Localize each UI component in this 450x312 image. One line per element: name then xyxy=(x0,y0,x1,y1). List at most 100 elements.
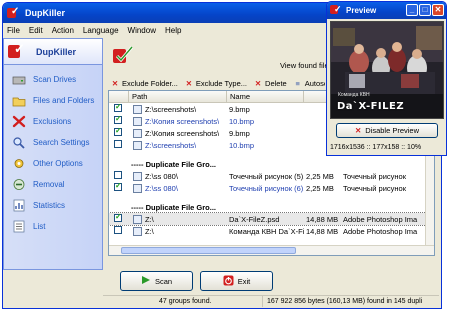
name-cell: 9.bmp xyxy=(229,104,250,114)
exclude-type-label: Exclude Type... xyxy=(195,78,248,88)
sidebar-item-scan-drives[interactable]: Scan Drives xyxy=(4,69,102,90)
sidebar-item-exclusions[interactable]: Exclusions xyxy=(4,111,102,132)
path-text: Z:\screenshots\ xyxy=(145,104,197,114)
path-text: Z:\ xyxy=(145,226,154,236)
type-cell: Adobe Photoshop Ima xyxy=(343,214,418,224)
row-checkbox-cell[interactable] xyxy=(109,226,129,236)
sidebar-item-other-options[interactable]: Other Options xyxy=(4,153,102,174)
menu-help[interactable]: Help xyxy=(165,26,181,35)
row-checkbox-cell[interactable] xyxy=(109,116,129,126)
row-checkbox-cell[interactable] xyxy=(109,104,129,114)
disable-x-icon: ✕ xyxy=(354,126,362,135)
status-bar: 47 groups found. 167 922 856 bytes (160,… xyxy=(103,295,439,307)
file-icon xyxy=(133,226,142,236)
action-buttons: Scan Exit xyxy=(108,266,438,294)
preview-window: ✓ Preview _ □ ✕ Команда КВН Da`X-FILEZ ✕… xyxy=(326,1,447,156)
sidebar-item-label: List xyxy=(33,222,46,231)
sidebar-item-label: Files and Folders xyxy=(33,96,95,105)
exit-label: Exit xyxy=(237,276,251,286)
exclude-type-button[interactable]: ✕ Exclude Type... xyxy=(184,78,247,88)
sidebar-item-files-and-folders[interactable]: Files and Folders xyxy=(4,90,102,111)
column-header-path[interactable]: Path xyxy=(129,91,227,102)
row-checkbox[interactable] xyxy=(114,214,122,222)
row-checkbox[interactable] xyxy=(114,183,122,191)
size-cell: 2,25 MB xyxy=(306,183,334,193)
sidebar-item-removal[interactable]: Removal xyxy=(4,174,102,195)
sidebar-item-list[interactable]: List xyxy=(4,216,102,237)
menu-window[interactable]: Window xyxy=(128,26,156,35)
sidebar-nav: Scan Drives Files and Folders Exclusions… xyxy=(4,65,102,237)
file-icon xyxy=(133,214,142,224)
play-icon xyxy=(141,275,151,287)
row-checkbox[interactable] xyxy=(114,171,122,179)
path-cell: Z:\screenshots\ xyxy=(129,140,227,150)
exclude-folder-button[interactable]: ✕ Exclude Folder... xyxy=(110,78,178,88)
scan-drives-icon xyxy=(11,73,27,87)
sidebar-item-search-settings[interactable]: Search Settings xyxy=(4,132,102,153)
row-checkbox-cell[interactable] xyxy=(109,128,129,138)
spacer-row xyxy=(109,194,434,201)
group-header-row[interactable]: ----- Duplicate File Gro... xyxy=(109,158,434,170)
path-text: Z:\screenshots\ xyxy=(145,140,197,150)
table-row[interactable]: Z:\ss 080\ Точечный рисунок (5).bmp2,25 M… xyxy=(109,170,434,182)
maximize-button[interactable]: □ xyxy=(419,4,431,16)
preview-title-bar[interactable]: ✓ Preview _ □ ✕ xyxy=(327,2,446,19)
scan-label: Scan xyxy=(154,276,173,286)
row-checkbox[interactable] xyxy=(114,140,122,148)
row-checkbox-cell[interactable] xyxy=(109,171,129,181)
path-text: Z:\Копия screenshots\ xyxy=(145,116,220,126)
sidebar-title: DupKiller xyxy=(36,46,77,57)
row-checkbox-cell[interactable] xyxy=(109,183,129,193)
exclude-x-icon: ✕ xyxy=(111,78,119,88)
menu-language[interactable]: Language xyxy=(83,26,119,35)
row-checkbox[interactable] xyxy=(114,226,122,234)
row-checkbox-cell[interactable] xyxy=(109,214,129,224)
name-cell: Точечный рисунок (5).bmp xyxy=(229,171,304,181)
sidebar-item-statistics[interactable]: Statistics xyxy=(4,195,102,216)
path-cell: Z:\ss 080\ xyxy=(129,171,227,181)
sidebar-item-label: Search Settings xyxy=(33,138,90,147)
size-cell: 14,88 MB xyxy=(306,214,339,224)
disable-preview-button[interactable]: ✕ Disable Preview xyxy=(336,123,438,138)
disable-preview-label: Disable Preview xyxy=(365,126,420,135)
autoselect-button[interactable]: ≡ Autose xyxy=(293,78,325,88)
row-checkbox-cell[interactable] xyxy=(109,140,129,150)
path-cell: Z:\Копия screenshots\ xyxy=(129,128,227,138)
horizontal-scrollbar[interactable] xyxy=(109,245,434,255)
delete-x-icon: ✕ xyxy=(254,78,262,88)
scan-button[interactable]: Scan xyxy=(120,271,193,291)
column-header-check[interactable] xyxy=(109,91,129,102)
menu-edit[interactable]: Edit xyxy=(29,26,43,35)
path-cell: Z:\ xyxy=(129,214,227,224)
file-icon xyxy=(133,140,142,150)
row-checkbox[interactable] xyxy=(114,116,122,124)
menu-file[interactable]: File xyxy=(7,26,20,35)
menu-action[interactable]: Action xyxy=(52,26,74,35)
table-row[interactable]: Z:\ss 080\ Точечный рисунок (6).bmp2,25 M… xyxy=(109,182,434,194)
statistics-icon xyxy=(11,199,27,213)
path-cell: Z:\ xyxy=(129,226,227,236)
delete-label: Delete xyxy=(265,78,287,88)
results-toolbar: ✕ Exclude Folder... ✕ Exclude Type... ✕ … xyxy=(110,76,325,90)
table-row[interactable]: Z:\ Da`X-FileZ.psd 14,88 MB Adobe Photoshop… xyxy=(109,212,434,226)
list-icon xyxy=(11,220,27,234)
exclude-x-icon: ✕ xyxy=(185,78,193,88)
row-checkbox[interactable] xyxy=(114,104,122,112)
preview-image: Команда КВН Da`X-FILEZ xyxy=(330,21,444,119)
group-header-row[interactable]: ----- Duplicate File Gro... xyxy=(109,201,434,213)
row-checkbox[interactable] xyxy=(114,128,122,136)
path-text: Z:\ xyxy=(145,214,154,224)
delete-button[interactable]: ✕ Delete xyxy=(253,78,287,88)
column-header-name[interactable]: Name xyxy=(227,91,304,102)
exit-button[interactable]: Exit xyxy=(200,271,273,291)
scrollbar-thumb[interactable] xyxy=(121,247,296,254)
preview-info: 1716x1536 :: 177x158 :: 10% xyxy=(330,144,422,151)
file-icon xyxy=(133,128,142,138)
table-row[interactable]: Z:\ Команда КВН Da`X-Filez.psd14,88 MB Ado… xyxy=(109,225,434,237)
window-title: DupKiller xyxy=(25,8,66,18)
size-cell: 14,88 MB xyxy=(306,226,339,236)
sidebar-item-label: Removal xyxy=(33,180,65,189)
minimize-button[interactable]: _ xyxy=(406,4,418,16)
autoselect-label: Autose xyxy=(304,78,325,88)
close-button[interactable]: ✕ xyxy=(432,4,444,16)
